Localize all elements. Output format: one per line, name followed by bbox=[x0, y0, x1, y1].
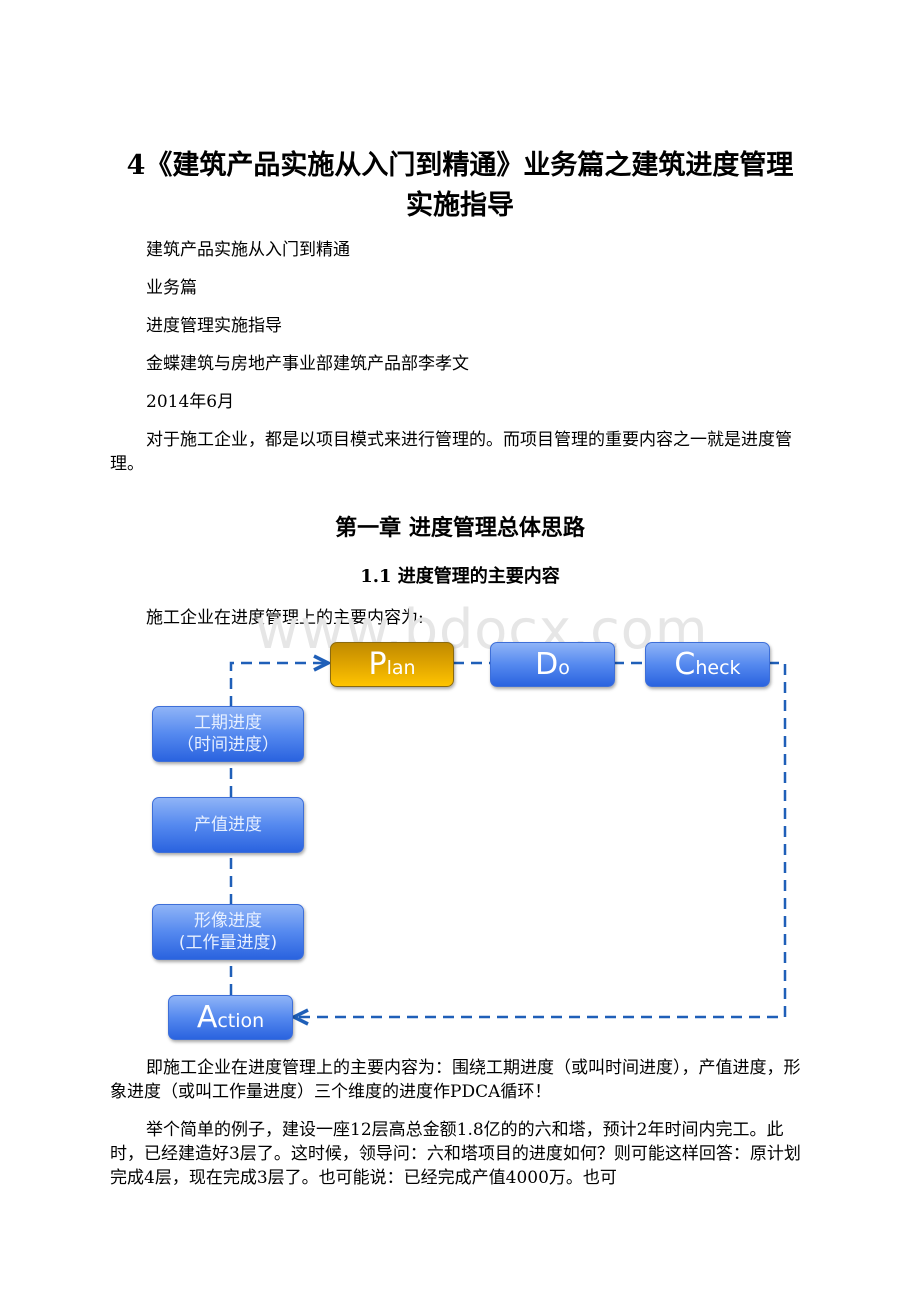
check-rest: heck bbox=[695, 657, 741, 679]
schedule-progress-sublabel: （时间进度） bbox=[177, 735, 279, 755]
output-value-progress-label: 产值进度 bbox=[194, 815, 262, 835]
action-rest: ction bbox=[217, 1010, 265, 1032]
check-initial: C bbox=[674, 647, 696, 682]
schedule-progress-box: 工期进度 （时间进度） bbox=[152, 706, 304, 762]
image-progress-box: 形像进度 (工作量进度) bbox=[152, 904, 304, 960]
image-progress-sublabel: (工作量进度) bbox=[178, 933, 278, 953]
document-page: 4《建筑产品实施从入门到精通》业务篇之建筑进度管理 实施指导 建筑产品实施从入门… bbox=[0, 0, 920, 1302]
plan-rest: lan bbox=[386, 657, 416, 679]
output-value-progress-box: 产值进度 bbox=[152, 797, 304, 853]
do-rest: o bbox=[558, 657, 570, 679]
plan-initial: P bbox=[368, 647, 387, 682]
action-box: Action bbox=[168, 995, 293, 1040]
do-box: Do bbox=[490, 642, 615, 687]
connector-check-to-action bbox=[294, 661, 787, 1017]
image-progress-label: 形像进度 bbox=[194, 911, 262, 931]
schedule-progress-label: 工期进度 bbox=[194, 713, 262, 733]
plan-box: Plan bbox=[330, 642, 454, 687]
pdca-diagram-connectors bbox=[229, 0, 787, 1302]
do-initial: D bbox=[535, 647, 559, 682]
check-box: Check bbox=[645, 642, 770, 687]
action-initial: A bbox=[196, 1000, 218, 1035]
